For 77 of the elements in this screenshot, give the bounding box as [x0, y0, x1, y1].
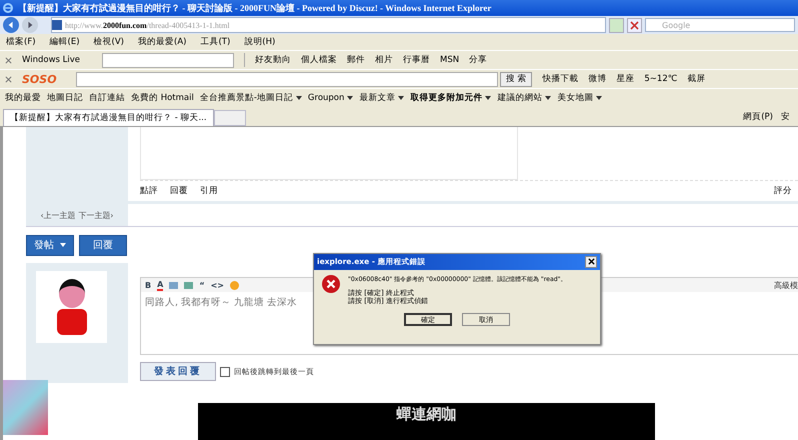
menu-item[interactable]: 說明(H): [244, 36, 276, 48]
address-field[interactable]: http://www.2000fun.com/thread-4005413-1-1.html: [51, 17, 606, 33]
forum-button[interactable]: 回覆: [79, 234, 127, 256]
windows-live-search-field[interactable]: [102, 52, 234, 68]
toolbar-link[interactable]: 快播下載: [542, 73, 578, 85]
window-title: 【新提醒】大家有冇試過漫無目的咁行？ - 聊天討論版 - 2000FUN論壇 - Powered by Discuz! - Windows Internet Explorer: [18, 2, 492, 14]
toolbar-link[interactable]: 安: [781, 110, 790, 122]
close-toolbar-icon[interactable]: [5, 76, 12, 82]
favorites-link[interactable]: 自訂連結: [89, 92, 125, 104]
windows-live-label[interactable]: Windows Live: [22, 55, 92, 65]
soso-search-field[interactable]: [76, 72, 498, 86]
banner-text: 蟬連網咖: [396, 404, 456, 423]
menu-item[interactable]: 工具(T): [200, 36, 230, 48]
toolbar-link[interactable]: MSN: [440, 55, 460, 65]
menu-item[interactable]: 檢視(V): [94, 36, 124, 48]
link-icon[interactable]: [184, 282, 194, 288]
favorites-link[interactable]: 免費的 Hotmail: [131, 92, 194, 104]
favorites-link[interactable]: 美女地圖: [557, 92, 602, 104]
caret-icon: [398, 96, 404, 100]
back-button[interactable]: [3, 17, 19, 33]
checkbox[interactable]: [220, 366, 230, 376]
smiley-icon[interactable]: [230, 280, 239, 290]
avatar-silhouette: [36, 271, 107, 343]
toolbar-link[interactable]: 相片: [375, 54, 393, 66]
caret-icon: [60, 243, 66, 248]
editor-tool[interactable]: <>: [210, 280, 224, 290]
caret-icon: [296, 96, 302, 100]
submit-reply-button[interactable]: 發表回覆: [140, 362, 216, 381]
rate-link[interactable]: 評分: [774, 185, 792, 197]
toolbar-link[interactable]: 截屏: [687, 73, 706, 85]
editor-tool[interactable]: “: [199, 280, 205, 290]
favorites-link[interactable]: 地圖日記: [47, 92, 83, 104]
toolbar-link[interactable]: 5~12℃: [644, 74, 678, 84]
favorites-link[interactable]: Groupon: [308, 93, 354, 103]
menu-item[interactable]: 檔案(F): [6, 36, 36, 48]
toolbar-link[interactable]: 郵件: [347, 54, 365, 66]
toolbar-link[interactable]: 個人檔案: [301, 54, 337, 66]
forward-button[interactable]: [22, 17, 38, 33]
font-color-tool[interactable]: A: [157, 280, 164, 290]
image-icon[interactable]: [169, 282, 178, 288]
post-action-link[interactable]: 點評: [140, 185, 158, 197]
reply-text: 同路人, 我都有呀～ 九龍塘 去深水: [144, 296, 298, 310]
caret-icon: [347, 96, 354, 100]
favorites-button[interactable]: 我的最愛: [5, 92, 41, 104]
toolbar-link[interactable]: 好友動向: [255, 54, 291, 66]
browser-tab[interactable]: 【新提醒】大家有冇試過漫無目的咁行？ - 聊天...: [3, 109, 214, 126]
post-action-link[interactable]: 引用: [200, 185, 218, 197]
toolbar-link[interactable]: 星座: [616, 73, 634, 85]
caret-icon: [545, 96, 552, 100]
close-icon[interactable]: [627, 18, 642, 32]
favorites-link[interactable]: 建議的網站: [497, 92, 552, 104]
toolbar-link[interactable]: 分享: [469, 54, 488, 66]
advanced-mode-link[interactable]: 高級模: [774, 280, 798, 290]
toolbar-link[interactable]: 微博: [588, 73, 606, 85]
soso-logo: SOSO: [22, 72, 58, 86]
menu-item[interactable]: 我的最愛(A): [138, 36, 186, 48]
caret-icon: [485, 96, 492, 100]
close-toolbar-icon[interactable]: [5, 56, 12, 64]
bold-tool[interactable]: B: [145, 280, 152, 290]
error-icon: [322, 275, 340, 293]
favorites-link[interactable]: 最新文章: [359, 92, 404, 104]
close-button[interactable]: [585, 256, 597, 268]
favorites-link[interactable]: 取得更多附加元件: [410, 92, 492, 104]
browser-logo-icon: [2, 2, 14, 14]
image-placeholder: [3, 380, 48, 435]
page-menu[interactable]: 網頁(P): [743, 110, 773, 122]
back-arrow-icon: [7, 21, 15, 29]
caret-icon: [596, 96, 602, 100]
forward-arrow-icon: [26, 21, 34, 29]
post-action-link[interactable]: 回覆: [170, 185, 188, 197]
search-button[interactable]: 搜 索: [500, 72, 532, 86]
forum-button[interactable]: 發帖: [26, 234, 74, 256]
prev-next-links[interactable]: ‹上一主題 下一主題›: [26, 204, 128, 226]
toolbar-link[interactable]: 行事曆: [403, 54, 430, 66]
site-icon: [52, 20, 62, 30]
favorites-link[interactable]: 全台推薦景點-地圖日記: [200, 92, 302, 104]
menu-item[interactable]: 編輯(E): [50, 36, 80, 48]
